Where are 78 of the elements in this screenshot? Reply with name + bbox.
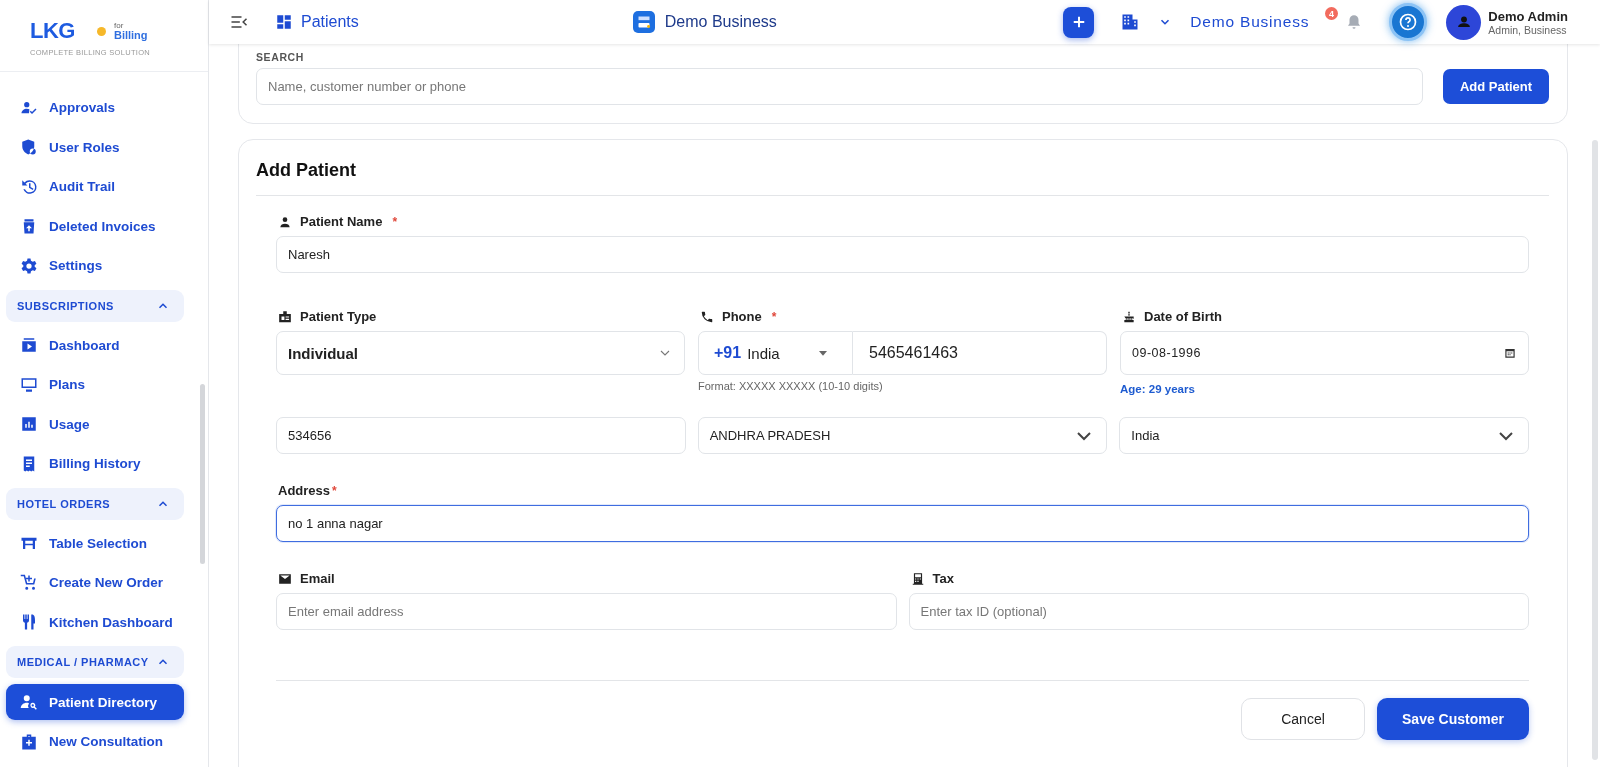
search-field[interactable]: Name, customer number or phone: [256, 68, 1423, 105]
field-label: Phone: [722, 309, 762, 324]
form-title: Add Patient: [256, 160, 1549, 196]
sidebar-item[interactable]: Plans: [6, 365, 184, 405]
required-mark: *: [771, 309, 777, 324]
cancel-button[interactable]: Cancel: [1241, 698, 1365, 740]
receipt-icon: [910, 571, 925, 586]
history-icon: [20, 177, 38, 196]
envelope-icon: [278, 571, 292, 586]
patient-name-field[interactable]: Naresh: [276, 236, 1529, 273]
video-icon: [20, 336, 38, 355]
country-code-select[interactable]: +91 India: [698, 331, 853, 375]
calendar-icon: [1503, 346, 1517, 360]
field-label: Tax: [932, 571, 954, 586]
sidebar-item[interactable]: Create New Order: [6, 563, 184, 603]
id-badge-icon: [278, 309, 292, 324]
required-mark: *: [332, 483, 337, 498]
sidebar-item[interactable]: User Roles: [6, 127, 184, 167]
save-customer-button[interactable]: Save Customer: [1377, 698, 1529, 740]
add-button[interactable]: [1063, 6, 1095, 38]
email-field[interactable]: Enter email address: [276, 593, 897, 630]
shield-icon: [20, 138, 38, 157]
field-label: Address: [278, 483, 331, 498]
state-select[interactable]: ANDHRA PRADESH: [697, 417, 1108, 454]
search-label: SEARCH: [256, 51, 304, 63]
chevron-down-icon: [1077, 431, 1092, 440]
bar-chart-icon: [20, 415, 38, 434]
person-icon: [278, 214, 292, 229]
medical-bag-icon: [20, 732, 38, 751]
cake-icon: [1122, 309, 1136, 324]
required-mark: *: [392, 214, 398, 229]
sidebar-item[interactable]: Settings: [6, 246, 184, 286]
field-label: Email: [300, 571, 335, 586]
sidebar-item[interactable]: Kitchen Dashboard: [6, 602, 184, 642]
address-field[interactable]: no 1 anna nagar: [276, 505, 1529, 542]
phone-icon: [700, 309, 714, 324]
postal-code-field[interactable]: 534656: [276, 417, 686, 454]
help-button[interactable]: [1389, 3, 1428, 41]
phone-field[interactable]: 5465461463: [853, 331, 1107, 375]
field-label: Patient Type: [300, 309, 377, 324]
user-name: Demo Admin: [1488, 8, 1568, 24]
sidebar-item[interactable]: Audit Trail: [6, 167, 184, 207]
building-icon: [1120, 12, 1141, 32]
notification-badge: 4: [1325, 7, 1338, 20]
app-logo-icon: [632, 11, 655, 33]
business-selector[interactable]: Demo Business: [1158, 13, 1310, 31]
section-header[interactable]: SUBSCRIPTIONS: [6, 289, 184, 322]
cart-icon: [20, 573, 38, 592]
tax-id-field[interactable]: Enter tax ID (optional): [908, 593, 1529, 630]
help-icon: [1398, 12, 1419, 32]
sidebar-item[interactable]: New Consultation: [6, 722, 184, 762]
page-title: Patients: [301, 13, 359, 31]
business-title: Demo Business: [664, 13, 777, 31]
field-label: Patient Name: [300, 214, 383, 229]
person-search-icon: [20, 693, 38, 711]
date-of-birth-field[interactable]: 09-08-1996: [1120, 331, 1529, 375]
monitor-icon: [20, 375, 38, 394]
field-label: Date of Birth: [1144, 309, 1222, 324]
sidebar-item[interactable]: Usage: [6, 404, 184, 444]
chevron-down-icon: [1499, 431, 1513, 440]
user-role: Admin, Business: [1488, 23, 1568, 36]
format-hint: Format: XXXXX XXXXX (10-10 digits): [698, 380, 884, 392]
fork-knife-icon: [20, 613, 38, 632]
sidebar-item[interactable]: Approvals: [6, 88, 184, 128]
sidebar-item[interactable]: Deleted Invoices: [6, 206, 184, 246]
patient-type-select[interactable]: Individual: [276, 331, 685, 375]
sidebar-item[interactable]: Patient Directory: [6, 684, 184, 720]
avatar-icon[interactable]: [1446, 4, 1482, 40]
gear-icon: [20, 256, 38, 275]
dashboard-icon: [275, 13, 293, 31]
section-header[interactable]: MEDICAL / PHARMACY: [6, 646, 184, 678]
sidebar-item[interactable]: Billing History: [6, 444, 184, 484]
sidebar-item[interactable]: Dashboard: [6, 325, 184, 365]
sidebar-item[interactable]: Table Selection: [6, 523, 184, 563]
add-patient-button[interactable]: Add Patient: [1443, 69, 1549, 104]
age-text: Age: 29 years: [1120, 383, 1196, 395]
country-select[interactable]: India: [1119, 417, 1529, 454]
section-header[interactable]: HOTEL ORDERS: [6, 487, 184, 520]
